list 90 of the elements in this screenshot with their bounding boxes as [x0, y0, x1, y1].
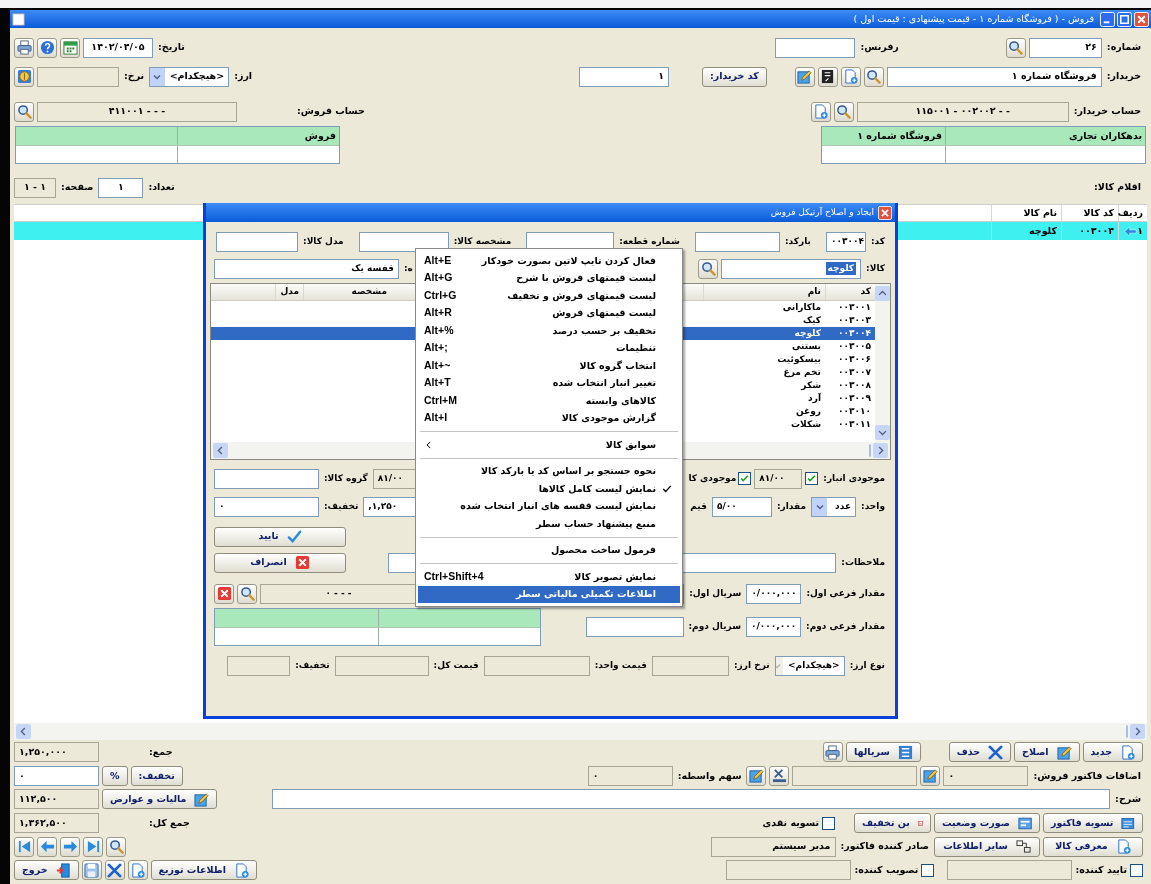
- field-label: صفحه:: [60, 180, 95, 195]
- table-cell-text: ۰۰۳۰۰۷: [837, 365, 872, 379]
- shortcut-label: Alt+R: [424, 305, 452, 321]
- field-label: سریال دوم:: [687, 619, 743, 634]
- field-label: واحد:: [860, 499, 886, 514]
- table-header: فروش: [177, 127, 339, 145]
- table-header: فروشگاه شماره ۱: [856, 128, 943, 143]
- table-cell-text: ۰۰۳۰۱۱: [837, 417, 872, 431]
- shortcut-label: Alt+I: [424, 410, 448, 426]
- field-label: سریال اول:: [688, 586, 743, 601]
- shortcut-label: Alt+;: [424, 340, 448, 356]
- table-cell-text: آرد: [807, 391, 822, 405]
- column-header: کد: [825, 284, 875, 300]
- field-label: قیم: [689, 499, 708, 513]
- table-cell-text: ماکارانی: [781, 300, 822, 315]
- field-label: نرخ:: [123, 69, 146, 84]
- table-cell-text: کیک: [801, 313, 822, 327]
- column-header: نام: [703, 284, 825, 300]
- table-cell-text: بستنی: [791, 339, 822, 353]
- field-label: نوع ارز:: [848, 658, 886, 673]
- field-label: جمع کل:: [148, 815, 191, 831]
- table-cell-text: بیسکوئیت: [776, 352, 822, 366]
- field-label: کالا:: [865, 261, 886, 275]
- field-label: مقدار:: [775, 499, 808, 514]
- table-cell-text: ۰۰۳۰۰۶: [837, 352, 872, 366]
- field-label: مقدار فرعی دوم:: [805, 619, 886, 634]
- table-cell-text: شکر: [800, 378, 822, 393]
- field-label: حساب خریدار:: [1072, 104, 1142, 119]
- checkbox-label: تایید کننده:: [1075, 863, 1127, 878]
- field-label: مدل کالا:: [302, 234, 345, 248]
- field-label: سهم واسطه:: [676, 768, 743, 783]
- window-title: فروش - ( فروشگاه شماره ۱ - قیمت پیشنهادی : قیمت اول ): [853, 11, 1094, 26]
- field-label: تخفیف:: [294, 658, 331, 672]
- field-label: اقلام کالا:: [1093, 180, 1142, 195]
- field-label: شماره:: [1105, 40, 1142, 55]
- column-header: مدل: [275, 284, 303, 300]
- field-label: اضافات فاکتور فروش:: [1032, 768, 1142, 783]
- row-number: ۱: [1137, 223, 1143, 238]
- shortcut-label: Ctrl+G: [424, 287, 457, 303]
- table-cell-text: ۰۰۳۰۰۳: [837, 313, 872, 327]
- field-label: مقدار فرعی اول:: [805, 586, 886, 601]
- table-cell: ۰۰۳۰۰۴: [1061, 222, 1118, 240]
- field-label: بارکد:: [783, 234, 812, 248]
- column-header: کد کالا: [1061, 205, 1118, 221]
- table-cell-text: ۰۰۳۰۱۰: [837, 404, 872, 418]
- field-label: تاریخ:: [157, 40, 186, 55]
- column-header: ردیف: [1118, 205, 1147, 221]
- field-label: حساب فروش:: [296, 104, 366, 119]
- field-label: رفرنس:: [859, 40, 900, 55]
- field-label: قیمت کل:: [432, 658, 480, 672]
- shortcut-label: Ctrl+M: [424, 392, 457, 408]
- table-cell-text: ۰۰۳۰۰۴: [837, 326, 872, 340]
- table-cell-text: روغن: [794, 404, 822, 419]
- checkbox-label: تسویه نقدی: [762, 815, 819, 830]
- checkbox-label: تصویب کننده:: [854, 863, 919, 878]
- table-cell: کلوچه: [991, 222, 1061, 240]
- dialog-title: ایجاد و اصلاح آرتیکل فروش: [770, 205, 874, 219]
- table-cell-text: تخم مرغ: [782, 365, 822, 380]
- field-label: ه:: [403, 261, 414, 275]
- field-label: شرح:: [1114, 792, 1142, 807]
- field-label: ارز:: [233, 69, 254, 84]
- table-cell-text: شکلات: [790, 417, 822, 431]
- shortcut-label: Ctrl+Shift+4: [424, 568, 484, 584]
- shortcut-label: Alt+E: [424, 252, 452, 268]
- shortcut-label: Alt+T: [424, 375, 451, 391]
- field-label: تخفیف:: [323, 499, 360, 513]
- field-label: شماره قطعه:: [618, 234, 681, 249]
- table-cell-text: ۰۰۳۰۰۵: [837, 339, 872, 353]
- table-cell-text: ۰۰۳۰۰۹: [837, 391, 872, 405]
- column-header: مشخصه: [303, 284, 391, 300]
- field-label: خریدار:: [1105, 69, 1142, 84]
- checkbox-label: موجودی کا: [688, 471, 737, 485]
- field-label: مشخصه کالا:: [452, 234, 513, 248]
- shortcut-label: Alt+~: [424, 357, 451, 373]
- table-cell-text: کلوچه: [793, 326, 822, 341]
- field-label: قیمت واحد:: [593, 658, 648, 672]
- field-label: موجودی انبار:: [822, 471, 886, 485]
- shortcut-label: Alt+%: [424, 322, 454, 338]
- table-cell-text: ۰۰۳۰۰۱: [837, 300, 872, 314]
- table-cell-text: ۰۰۳۰۰۸: [837, 378, 872, 392]
- field-label: صادر کننده فاکتور:: [839, 839, 930, 854]
- table-header: بدهکاران تجاری: [945, 127, 1145, 145]
- field-label: جمع:: [148, 745, 174, 760]
- field-label: تعداد:: [147, 180, 176, 195]
- field-label: نرخ ارز:: [733, 658, 771, 673]
- shortcut-label: Alt+G: [424, 270, 453, 286]
- field-label: گروه کالا:: [323, 471, 369, 486]
- field-label: کد:: [869, 234, 886, 248]
- column-header: نام کالا: [991, 205, 1061, 221]
- field-label: ملاحظات:: [840, 555, 886, 569]
